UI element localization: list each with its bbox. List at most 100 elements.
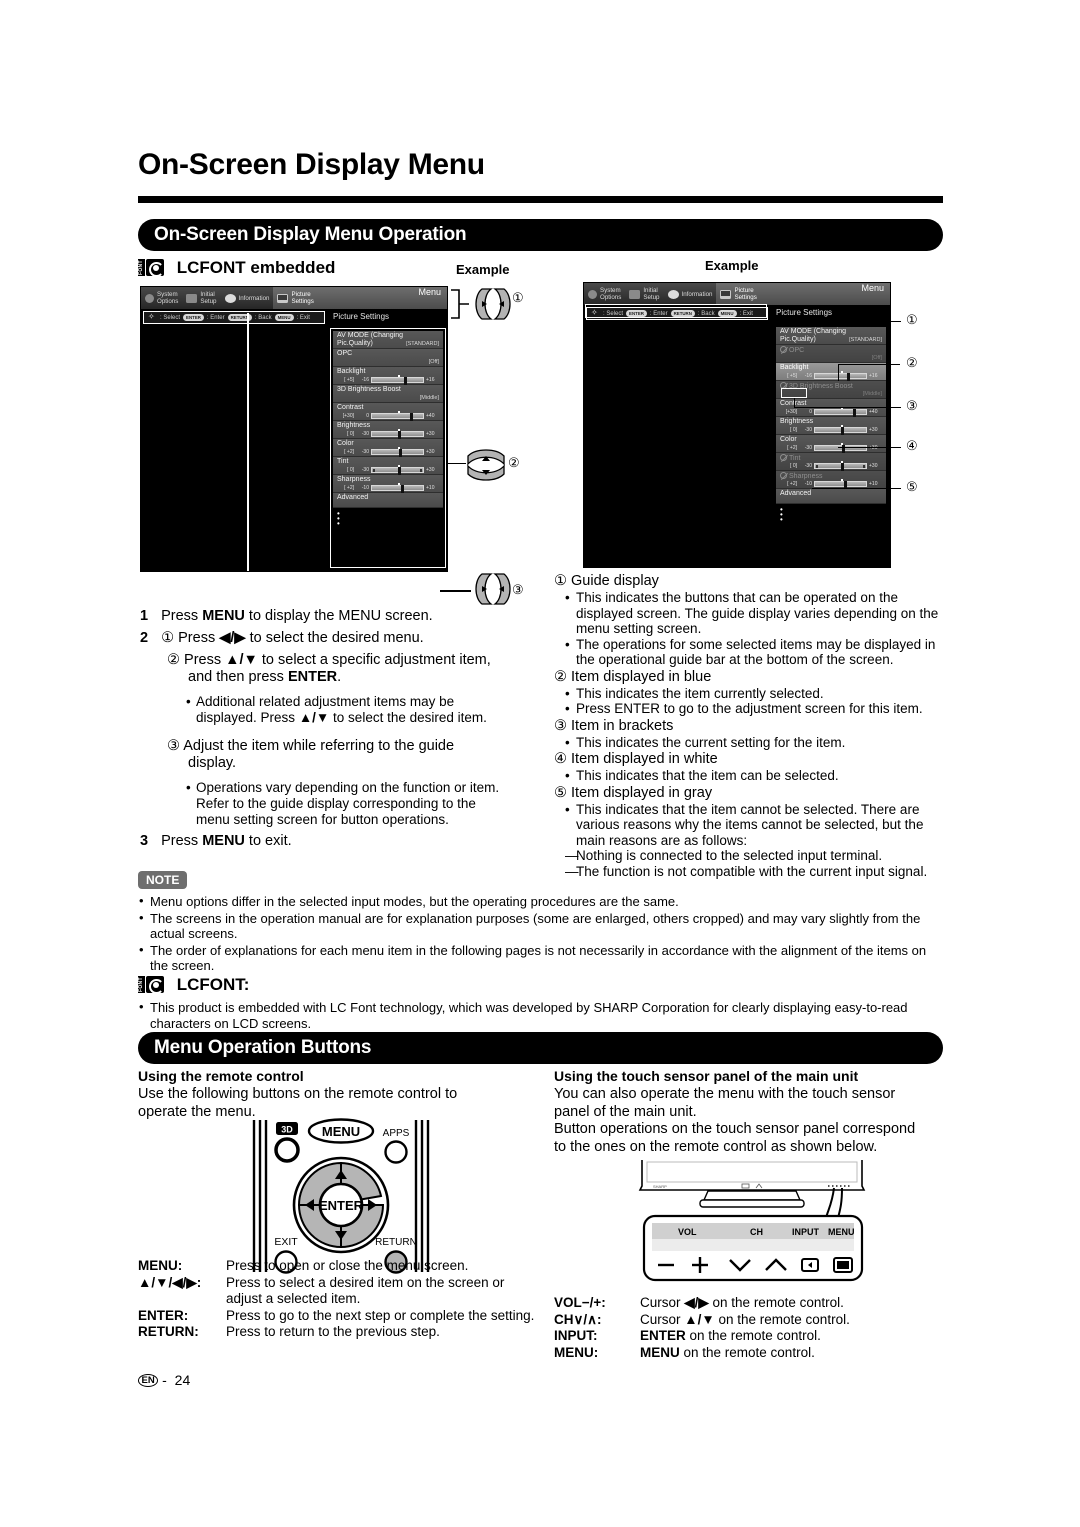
osd-row-min: 0 — [366, 413, 369, 419]
svg-text:3D: 3D — [281, 1125, 293, 1135]
osd-row[interactable]: Advanced — [333, 493, 443, 508]
osd-row-slider-track[interactable] — [814, 478, 867, 489]
key-description-row: MENU: Press to open or close the menu scr… — [138, 1258, 538, 1275]
callout-2-leader — [838, 364, 900, 365]
osd-row-slider-track[interactable] — [371, 482, 424, 493]
bullet-dot: • — [565, 801, 570, 817]
callout-3-leader — [794, 407, 901, 408]
osd-row-slider-track[interactable] — [371, 374, 424, 385]
slider-knob[interactable] — [840, 427, 844, 435]
slider-knob[interactable] — [399, 449, 403, 457]
osd-row-slider[interactable]: [ +2] -30 +30 — [780, 442, 882, 453]
step-2c-bullet-a: Operations vary depending on the functio… — [196, 780, 500, 795]
osd-row[interactable]: OPC [Off] — [776, 345, 886, 363]
legend-bullet-text: Press ENTER to go to the adjustment scre… — [576, 701, 923, 716]
osd-row-slider[interactable]: [ 0] -30 +30 — [337, 464, 439, 475]
osd-row-label: Brightness — [337, 422, 371, 429]
osd-row-slider-track[interactable] — [814, 370, 867, 381]
osd-row[interactable]: Tint[ 0] -30 +30 — [333, 457, 443, 475]
osd-row[interactable]: AV MODE (Changing Pic.Quality) [STANDARD] — [333, 331, 443, 349]
osd-row-slider-track[interactable] — [814, 442, 867, 453]
osd-row-slider-track[interactable] — [371, 410, 424, 421]
osd-row[interactable]: OPC [Off] — [333, 349, 443, 367]
slider-knob[interactable] — [401, 485, 405, 493]
osd-left-topbar: System Options Initial Setup Information P… — [141, 287, 447, 309]
key-desc-post: on the remote control. — [714, 1311, 850, 1327]
osd-row-slider[interactable]: [ +5] -16 +16 — [780, 370, 882, 381]
callout-3-highlight — [781, 388, 807, 398]
osd-row[interactable]: AV MODE (Changing Pic.Quality) [STANDARD] — [776, 327, 886, 345]
osd-row-slider[interactable]: [ +2] -10 +10 — [780, 478, 882, 489]
osd-left-tab-system-options[interactable]: System Options — [141, 287, 182, 309]
osd-left-guide-select: Select — [163, 314, 181, 321]
slider-knob[interactable] — [397, 431, 401, 439]
slider-knob[interactable] — [397, 467, 401, 475]
legend-number: ③ — [554, 717, 572, 734]
slider-knob[interactable] — [840, 463, 844, 471]
osd-row-slider-track[interactable] — [371, 428, 424, 439]
osd-row[interactable]: Sharpness[ +2] -10 +10 — [776, 471, 886, 489]
note-item: The order of explanations for each menu … — [138, 942, 946, 974]
osd-row[interactable]: Contrast[+30]0+40 — [333, 403, 443, 421]
osd-right-tab-initial-setup[interactable]: Initial Setup — [625, 283, 663, 305]
osd-row-slider-track[interactable] — [814, 424, 867, 435]
osd-row[interactable]: Backlight [ +5] -16 +16 — [776, 363, 886, 381]
osd-row[interactable]: Contrast[+30]0+40 — [776, 399, 886, 417]
osd-row[interactable]: Color [ +2] -30 +30 — [776, 435, 886, 453]
osd-row[interactable]: Tint[ 0] -30 +30 — [776, 453, 886, 471]
osd-row-value: [Off] — [428, 359, 439, 365]
touch-section-body-c: Button operations on the touch sensor pa… — [554, 1121, 916, 1137]
slider-knob[interactable] — [403, 377, 407, 385]
step-2-number: 2 — [140, 630, 149, 646]
osd-right-tab-system-options[interactable]: System Options — [584, 283, 625, 305]
key-label: CH∨/∧: — [554, 1311, 602, 1327]
slider-knob[interactable] — [846, 373, 850, 381]
osd-row-slider-track[interactable] — [814, 460, 867, 471]
osd-row[interactable]: Backlight [ +5] -16 +16 — [333, 367, 443, 385]
osd-row-slider-track[interactable] — [371, 464, 424, 475]
osd-row-bracket-value: [ +2] — [787, 481, 797, 487]
key-description-row: CH∨/∧: Cursor ▲/▼ on the remote control. — [554, 1312, 954, 1329]
osd-row-slider[interactable]: [ +2] -10 +10 — [337, 482, 439, 493]
osd-row[interactable]: Advanced — [776, 489, 886, 504]
osd-row-bracket-value: [ +2] — [344, 449, 354, 455]
osd-row-slider[interactable]: [+30] 0 +40 — [780, 406, 882, 417]
osd-row-max: +30 — [426, 449, 435, 455]
osd-row-min: -30 — [804, 427, 812, 433]
legend-heading: ③ Item in brackets — [554, 717, 950, 735]
slider-knob[interactable] — [410, 413, 414, 421]
osd-row-slider[interactable]: [ 0] -30 +30 — [780, 424, 882, 435]
osd-right-tab-picture-settings[interactable]: Picture Settings Menu — [716, 283, 890, 305]
legend-group: ③ Item in brackets • This indicates the cu… — [554, 717, 950, 751]
step-2c-bullet: • Operations vary depending on the funct… — [186, 780, 546, 828]
note-item: The screens in the operation manual are … — [138, 910, 946, 942]
osd-row-min: -30 — [361, 431, 369, 437]
callout-5-number: ⑤ — [906, 479, 918, 494]
legend-heading: ① Guide display — [554, 572, 950, 590]
osd-row[interactable]: Sharpness[ +2] -10 +10 — [333, 475, 443, 493]
legend-title: Item displayed in blue — [571, 668, 712, 685]
touch-section-body-b: panel of the main unit. — [554, 1103, 697, 1120]
osd-left-tab-initial-setup[interactable]: Initial Setup — [182, 287, 220, 309]
osd-left-tab-picture-settings[interactable]: Picture Settings Menu — [273, 287, 447, 309]
osd-row-slider[interactable]: [ 0] -30 +30 — [337, 428, 439, 439]
osd-row[interactable]: Brightness [ 0] -30 +30 — [333, 421, 443, 439]
osd-row[interactable]: Brightness [ 0] -30 +30 — [776, 417, 886, 435]
osd-left-tab-information[interactable]: Information — [221, 287, 274, 309]
osd-row-slider[interactable]: [+30] 0 +40 — [337, 410, 439, 421]
osd-row-slider-track[interactable] — [371, 446, 424, 457]
osd-row-slider[interactable]: [ +5] -16 +16 — [337, 374, 439, 385]
osd-right-tab-information[interactable]: Information — [664, 283, 717, 305]
osd-row-slider[interactable]: [ +2] -30 +30 — [337, 446, 439, 457]
osd-row-slider[interactable]: [ 0] -30 +30 — [780, 460, 882, 471]
step-2b-text-b: to select a specific adjustment item, — [257, 652, 491, 668]
osd-right-tab3-line1: Picture — [734, 287, 754, 294]
osd-row-slider-track[interactable] — [814, 406, 867, 417]
osd-left-tab3-line2: Settings — [291, 298, 314, 305]
key-desc-post: on the remote control. — [708, 1295, 844, 1310]
osd-row[interactable]: 3D Brightness Boost [Middle] — [333, 385, 443, 403]
osd-row[interactable]: Color [ +2] -30 +30 — [333, 439, 443, 457]
osd-row-min: -30 — [361, 449, 369, 455]
osd-right-menu-word: Menu — [861, 283, 884, 293]
slider-knob[interactable] — [853, 409, 857, 417]
